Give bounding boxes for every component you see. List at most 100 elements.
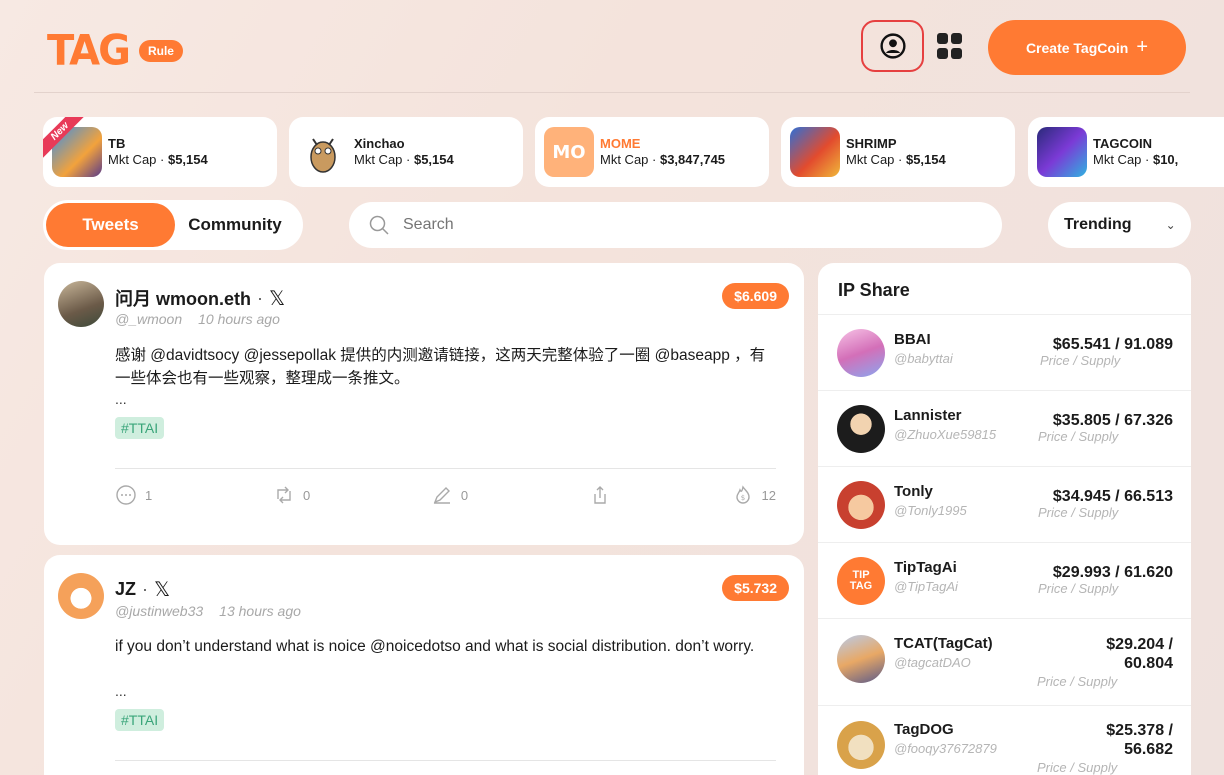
ip-name: BBAI xyxy=(894,331,931,348)
author-handle: @_wmoon xyxy=(115,311,183,327)
ip-price-line1: $25.378 / xyxy=(1106,722,1173,739)
fire-button[interactable]: $ 12 xyxy=(732,484,776,506)
ip-name: Tonly xyxy=(894,483,933,500)
ip-share-row[interactable]: Tonly @Tonly1995 $34.945 / 66.513 Price … xyxy=(818,466,1191,542)
ip-share-row[interactable]: Lannister @ZhuoXue59815 $35.805 / 67.326… xyxy=(818,390,1191,466)
author-handle: @justinweb33 xyxy=(115,603,204,619)
create-tagcoin-button[interactable]: Create TagCoin + xyxy=(988,20,1186,75)
ip-price-line2: 60.804 xyxy=(1124,655,1173,672)
hashtag[interactable]: #TTAI xyxy=(115,709,165,731)
edit-count: 0 xyxy=(460,487,469,503)
tweet-divider xyxy=(115,468,776,469)
retweet-icon xyxy=(277,486,291,504)
coin-name: SHRIMP xyxy=(846,136,897,151)
plus-icon: + xyxy=(1136,36,1149,58)
coin-info: SHRIMP Mkt Cap · $5,154 xyxy=(846,136,946,168)
coin-card[interactable]: TAGCOIN Mkt Cap · $10, xyxy=(1028,117,1224,187)
hashtag[interactable]: #TTAI xyxy=(115,417,165,439)
app-page: TAG Rule Create TagCoin + New TB Mkt Cap… xyxy=(0,0,1224,775)
coin-card[interactable]: Xinchao Mkt Cap · $5,154 xyxy=(289,117,523,187)
ip-name: TCAT(TagCat) xyxy=(894,635,993,652)
coin-market-cap: Mkt Cap · $3,847,745 xyxy=(600,152,726,167)
tweet-author: JZ · 𝕏 xyxy=(115,577,170,602)
tweet-card[interactable]: JZ · 𝕏 @justinweb33 13 hours ago $5.732 i… xyxy=(44,555,804,775)
author-name[interactable]: 问月 wmoon.eth xyxy=(115,285,251,311)
profile-button[interactable] xyxy=(861,20,924,72)
tweet-divider xyxy=(115,760,776,761)
price-badge[interactable]: $5.732 xyxy=(722,575,789,601)
tweet-time: 13 hours ago xyxy=(219,603,301,619)
coin-info: MOME Mkt Cap · $3,847,745 xyxy=(600,136,725,168)
coin-market-cap: Mkt Cap · $5,154 xyxy=(108,152,208,167)
coin-card[interactable]: MO MOME Mkt Cap · $3,847,745 xyxy=(535,117,769,187)
ip-handle: @fooqy37672879 xyxy=(894,741,997,756)
separator: · xyxy=(142,579,149,599)
ip-price: $65.541 / 91.089 xyxy=(1052,336,1173,353)
ip-name: TipTagAi xyxy=(894,559,957,576)
avatar xyxy=(837,405,885,453)
tweet-time: 10 hours ago xyxy=(198,311,280,327)
tweet-body: 感谢 @davidtsocy @jessepollak 提供的内测邀请链接，这两… xyxy=(115,347,766,387)
feed-tabs: Tweets Community xyxy=(43,200,303,250)
sort-dropdown[interactable]: Trending ⌄ xyxy=(1048,202,1191,248)
tweet-author: 问月 wmoon.eth · 𝕏 xyxy=(115,285,285,311)
coin-market-cap: Mkt Cap · $10, xyxy=(1093,152,1179,167)
author-name[interactable]: JZ xyxy=(115,579,136,600)
coin-avatar xyxy=(298,127,348,177)
tweet-meta: @_wmoon 10 hours ago xyxy=(115,311,280,327)
avatar xyxy=(837,481,885,529)
tweet-body: if you don’t understand what is noice @n… xyxy=(115,638,755,655)
tab-tweets[interactable]: Tweets xyxy=(46,203,175,247)
retweet-count: 0 xyxy=(302,487,311,503)
ip-handle: @TipTagAi xyxy=(894,579,958,594)
share-icon xyxy=(594,486,606,504)
coin-card[interactable]: New TB Mkt Cap · $5,154 xyxy=(43,117,277,187)
ip-price: $35.805 / 67.326 xyxy=(1052,412,1173,429)
tab-community[interactable]: Community xyxy=(175,203,295,247)
fire-count: 12 xyxy=(761,487,776,503)
grid-icon[interactable] xyxy=(937,33,963,59)
tweet-ellipsis: ... xyxy=(115,683,127,699)
search-icon xyxy=(369,215,389,235)
search-bar[interactable] xyxy=(349,202,1002,248)
ip-price: $25.378 / 56.682 xyxy=(1106,721,1173,759)
sort-label: Trending xyxy=(1064,216,1132,233)
coin-avatar xyxy=(1037,127,1087,177)
x-logo-icon[interactable]: 𝕏 xyxy=(154,577,170,602)
logo[interactable]: TAG Rule xyxy=(47,27,183,75)
search-input[interactable] xyxy=(403,216,963,234)
tweet-card[interactable]: 问月 wmoon.eth · 𝕏 @_wmoon 10 hours ago $6.… xyxy=(44,263,804,545)
separator: · xyxy=(257,287,263,308)
ip-name: TagDOG xyxy=(894,721,954,738)
ip-price-line2: 56.682 xyxy=(1124,741,1173,758)
ip-share-panel: IP Share BBAI @babyttai $65.541 / 91.089… xyxy=(818,263,1191,775)
price-supply-label: Price / Supply xyxy=(1038,429,1119,444)
coin-info: Xinchao Mkt Cap · $5,154 xyxy=(354,136,454,168)
comment-button[interactable]: 1 xyxy=(115,484,152,506)
price-supply-label: Price / Supply xyxy=(1038,581,1119,596)
logo-text: TAG xyxy=(47,26,131,76)
share-button[interactable] xyxy=(589,484,611,506)
avatar: TIP TAG xyxy=(837,557,885,605)
coin-market-cap: Mkt Cap · $5,154 xyxy=(354,152,454,167)
x-logo-icon[interactable]: 𝕏 xyxy=(269,286,285,311)
tweet-ellipsis: ... xyxy=(115,391,127,407)
coin-info: TB Mkt Cap · $5,154 xyxy=(108,136,208,168)
edit-button[interactable]: 0 xyxy=(431,484,468,506)
coin-carousel: New TB Mkt Cap · $5,154 Xinchao Mkt Cap … xyxy=(43,117,1224,187)
rule-badge[interactable]: Rule xyxy=(138,40,183,62)
ip-share-row[interactable]: TIP TAG TipTagAi @TipTagAi $29.993 / 61.… xyxy=(818,542,1191,618)
tweet-meta: @justinweb33 13 hours ago xyxy=(115,603,301,619)
avatar[interactable] xyxy=(58,573,104,619)
top-header: TAG Rule Create TagCoin + xyxy=(0,0,1224,93)
coin-card[interactable]: SHRIMP Mkt Cap · $5,154 xyxy=(781,117,1015,187)
ip-share-row[interactable]: TCAT(TagCat) @tagcatDAO $29.204 / 60.804… xyxy=(818,618,1191,705)
price-badge[interactable]: $6.609 xyxy=(722,283,789,309)
ip-handle: @tagcatDAO xyxy=(894,655,971,670)
avatar[interactable] xyxy=(58,281,104,327)
retweet-button[interactable]: 0 xyxy=(273,484,310,506)
ip-share-row[interactable]: BBAI @babyttai $65.541 / 91.089 Price / … xyxy=(818,314,1191,390)
ip-handle: @babyttai xyxy=(894,351,953,366)
ip-share-row[interactable]: TagDOG @fooqy37672879 $25.378 / 56.682 P… xyxy=(818,705,1191,775)
price-supply-label: Price / Supply xyxy=(1037,760,1118,775)
